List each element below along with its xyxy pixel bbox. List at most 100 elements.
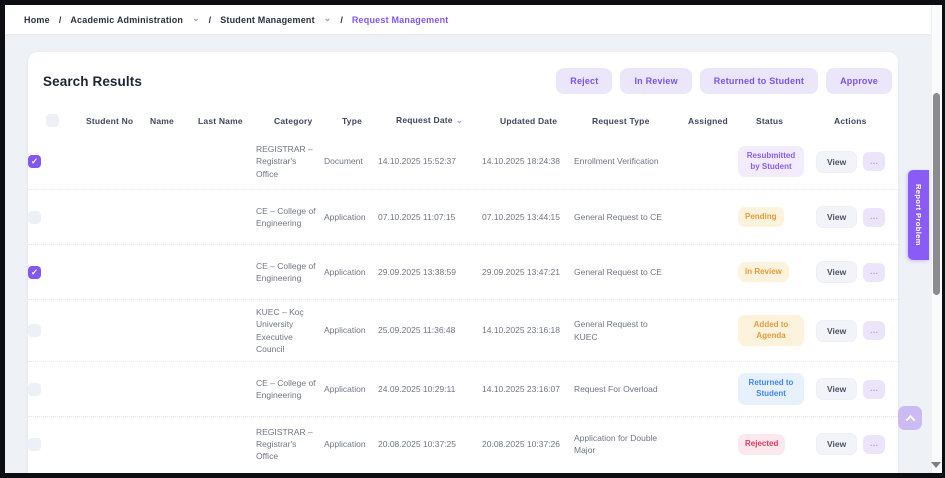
page-title: Search Results (43, 74, 142, 89)
view-button[interactable]: View (816, 206, 857, 228)
breadcrumb-item-home[interactable]: Home (24, 15, 50, 25)
column-header-request-type: Request Type (592, 116, 688, 126)
view-button[interactable]: View (816, 151, 857, 173)
select-all-checkbox[interactable] (46, 114, 59, 127)
breadcrumb-item-student-management[interactable]: Student Management (220, 15, 315, 25)
approve-button[interactable]: Approve (826, 68, 892, 94)
more-actions-button[interactable]: ... (863, 263, 885, 282)
cell-category: REGISTRAR – Registrar's Office (256, 426, 324, 463)
breadcrumb-item-academic-administration[interactable]: Academic Administration (70, 15, 183, 25)
column-header-name: Name (150, 116, 198, 126)
cell-updated-date: 20.08.2025 10:37:26 (482, 438, 574, 450)
reject-button[interactable]: Reject (556, 68, 612, 94)
bulk-actions: Reject In Review Returned to Student App… (556, 68, 892, 94)
table-body: ✓ REGISTRAR – Registrar's Office Documen… (28, 134, 898, 471)
more-actions-button[interactable]: ... (863, 321, 885, 340)
table-header: Student No Name Last Name Category Type … (28, 107, 898, 134)
column-header-category: Category (274, 116, 342, 126)
search-results-panel: Search Results Reject In Review Returned… (28, 52, 898, 473)
cell-type: Application (324, 211, 378, 223)
status-badge: In Review (738, 262, 789, 283)
more-actions-button[interactable]: ... (863, 208, 885, 227)
panel-header: Search Results Reject In Review Returned… (28, 52, 898, 107)
breadcrumb-item-request-management: Request Management (352, 15, 449, 25)
viewport: Home / Academic Administration ⌄ / Stude… (5, 5, 942, 473)
status-badge: Pending (738, 207, 784, 228)
cell-type: Document (324, 155, 378, 167)
view-button[interactable]: View (816, 320, 857, 342)
status-badge: Rejected (738, 434, 785, 455)
in-review-button[interactable]: In Review (620, 68, 691, 94)
chevron-down-icon[interactable]: ⌄ (324, 14, 332, 23)
column-header-last-name: Last Name (198, 116, 274, 126)
cell-request-type: Enrollment Verification (574, 155, 670, 167)
breadcrumb: Home / Academic Administration ⌄ / Stude… (5, 5, 942, 34)
cell-request-date: 14.10.2025 15:52:37 (378, 155, 482, 167)
cell-category: KUEC – Koç University Executive Council (256, 306, 324, 355)
row-checkbox[interactable] (28, 383, 41, 396)
cell-category: CE – College of Engineering (256, 260, 324, 285)
cell-request-type: Application for Double Major (574, 432, 670, 457)
table-row: ✓ REGISTRAR – Registrar's Office Documen… (28, 134, 898, 189)
row-actions: View ... (816, 433, 898, 455)
column-header-request-date[interactable]: Request Date⌄ (396, 115, 500, 126)
scrollbar-down-arrow[interactable] (931, 462, 941, 468)
returned-to-student-button[interactable]: Returned to Student (700, 68, 818, 94)
column-header-type: Type (342, 116, 396, 126)
chevron-down-icon[interactable]: ⌄ (192, 14, 200, 23)
row-actions: View ... (816, 151, 898, 173)
breadcrumb-separator: / (340, 15, 343, 25)
row-actions: View ... (816, 261, 898, 283)
row-checkbox[interactable] (28, 438, 41, 451)
cell-request-type: General Request to CE (574, 211, 670, 223)
table-row: ✓ CE – College of Engineering Applicatio… (28, 244, 898, 299)
row-checkbox[interactable]: ✓ (28, 266, 41, 279)
status-badge: Added to Agenda (738, 315, 804, 347)
more-actions-button[interactable]: ... (863, 380, 885, 399)
row-checkbox[interactable] (28, 324, 41, 337)
cell-request-date: 29.09.2025 13:38:59 (378, 266, 482, 278)
row-checkbox[interactable]: ✓ (28, 155, 41, 168)
cell-updated-date: 29.09.2025 13:47:21 (482, 266, 574, 278)
view-button[interactable]: View (816, 378, 857, 400)
table-row: CE – College of Engineering Application … (28, 361, 898, 416)
row-checkbox[interactable] (28, 211, 41, 224)
column-header-updated-date: Updated Date (500, 116, 592, 126)
cell-type: Application (324, 383, 378, 395)
column-header-request-date-label: Request Date (396, 115, 453, 125)
cell-request-type: General Request to KUEC (574, 318, 670, 343)
cell-type: Application (324, 438, 378, 450)
column-header-student-no: Student No (86, 116, 150, 126)
cell-request-type: Request For Overload (574, 383, 670, 395)
column-header-status: Status (756, 116, 834, 126)
cell-updated-date: 14.10.2025 23:16:18 (482, 324, 574, 336)
breadcrumb-separator: / (59, 15, 62, 25)
more-actions-button[interactable]: ... (863, 152, 885, 171)
report-problem-tab[interactable]: Report Problem (908, 170, 929, 260)
column-header-actions: Actions (834, 116, 898, 126)
cell-updated-date: 14.10.2025 18:24:38 (482, 155, 574, 167)
cell-updated-date: 07.10.2025 13:44:15 (482, 211, 574, 223)
scroll-to-top-button[interactable] (898, 406, 922, 430)
more-actions-button[interactable]: ... (863, 435, 885, 454)
column-header-assigned: Assigned (688, 116, 756, 126)
table-row: KUEC – Koç University Executive Council … (28, 299, 898, 361)
view-button[interactable]: View (816, 433, 857, 455)
app-frame: Home / Academic Administration ⌄ / Stude… (0, 0, 945, 478)
cell-updated-date: 14.10.2025 23:16:07 (482, 383, 574, 395)
cell-request-date: 25.09.2025 11:36:48 (378, 324, 482, 336)
cell-type: Application (324, 324, 378, 336)
scrollbar-thumb[interactable] (933, 93, 940, 295)
row-actions: View ... (816, 378, 898, 400)
row-actions: View ... (816, 320, 898, 342)
status-badge: Resubmitted by Student (738, 146, 804, 178)
status-badge: Returned to Student (738, 373, 804, 405)
sort-caret-icon[interactable]: ⌄ (456, 115, 464, 125)
table-row: REGISTRAR – Registrar's Office Applicati… (28, 416, 898, 471)
cell-request-date: 20.08.2025 10:37:25 (378, 438, 482, 450)
row-actions: View ... (816, 206, 898, 228)
cell-category: REGISTRAR – Registrar's Office (256, 143, 324, 180)
cell-category: CE – College of Engineering (256, 205, 324, 230)
view-button[interactable]: View (816, 261, 857, 283)
table-row: CE – College of Engineering Application … (28, 189, 898, 244)
